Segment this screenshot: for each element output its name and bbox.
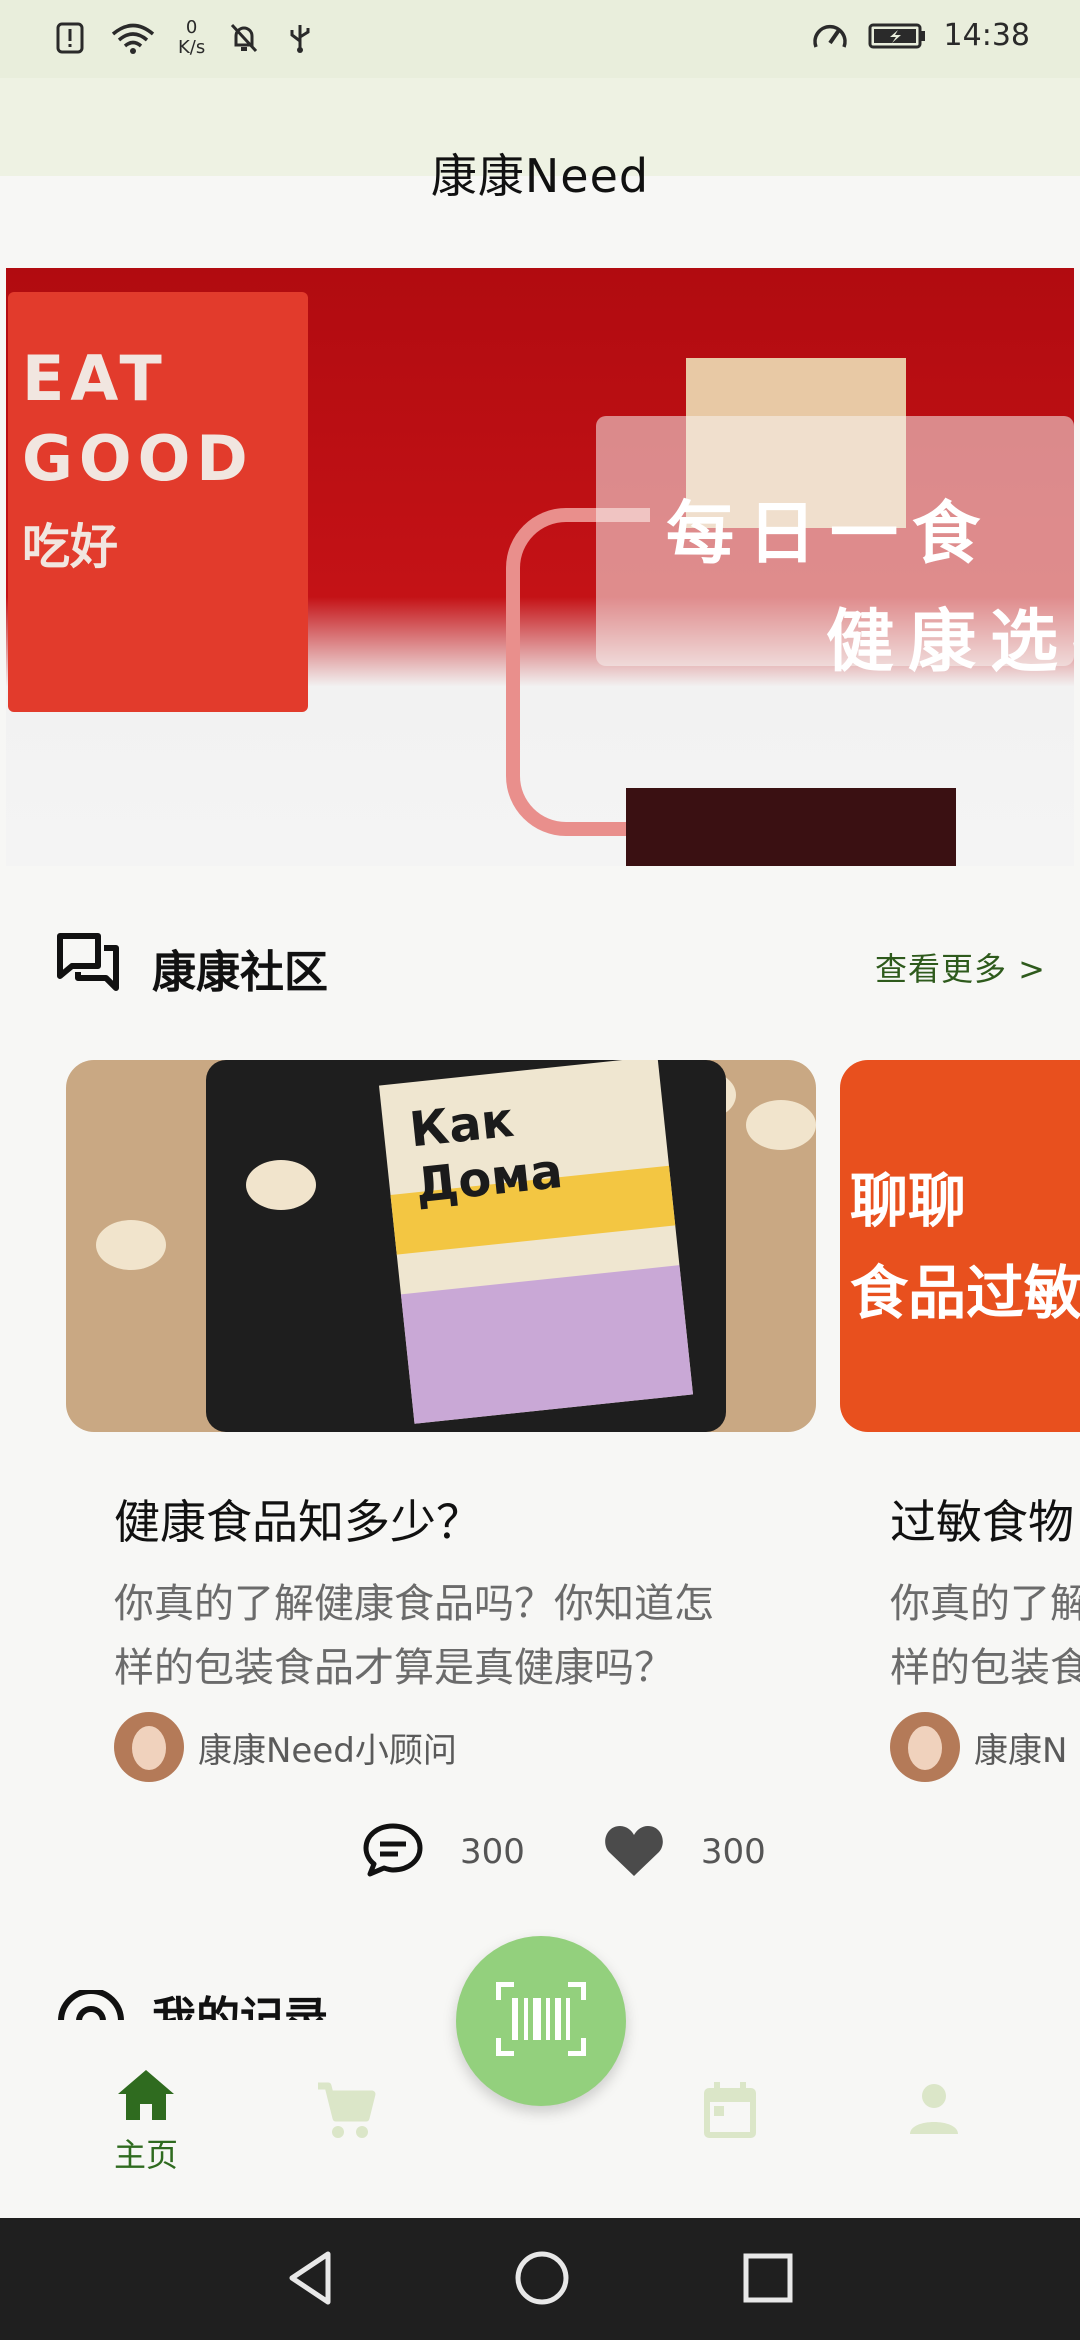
heart-icon[interactable] xyxy=(603,1822,665,1882)
avatar xyxy=(114,1712,184,1782)
home-icon xyxy=(116,2070,176,2126)
comment-icon[interactable] xyxy=(362,1822,424,1882)
nav-profile[interactable] xyxy=(864,2080,1004,2140)
desc-line: 你真的了解 xyxy=(890,1581,1080,1627)
coffee-liquid xyxy=(626,788,956,866)
wifi-icon xyxy=(110,21,156,55)
product-box: EAT GOOD 吃好 xyxy=(8,292,308,712)
banner-headline-2: 健康选择 xyxy=(826,603,1074,682)
nav-calendar[interactable] xyxy=(660,2080,800,2144)
dumpling xyxy=(746,1100,816,1150)
app-title: 康康Need xyxy=(430,149,650,203)
calendar-icon xyxy=(700,2082,760,2144)
like-count: 300 xyxy=(700,1832,766,1872)
dumpling xyxy=(246,1160,316,1210)
bell-off-icon xyxy=(227,21,261,55)
community-header: 康康社区 查看更多 > xyxy=(56,928,1046,998)
article-stats: 300 300 xyxy=(362,1822,844,1882)
box-line-eat: EAT xyxy=(22,342,168,415)
desc-line: 样的包装食品才算是真健康吗？ xyxy=(114,1645,674,1691)
desc-line: 你真的了解健康食品吗？你知道怎 xyxy=(114,1581,714,1627)
box-line-good: GOOD xyxy=(22,422,254,495)
author-name: 康康N xyxy=(974,1730,1068,1771)
card2-image-text-1: 聊聊 xyxy=(850,1167,967,1235)
alert-icon xyxy=(54,21,88,55)
card2-image-text-2: 食品过敏 xyxy=(850,1259,1080,1327)
food-tray: Как Дома xyxy=(206,1060,726,1432)
article-title[interactable]: 健康食品知多少？ xyxy=(114,1486,482,1552)
person-icon xyxy=(906,2084,962,2140)
forum-icon xyxy=(56,932,122,998)
article-card-image[interactable]: Как Дома xyxy=(66,1060,816,1432)
speedometer-icon xyxy=(810,19,850,53)
avatar xyxy=(890,1712,960,1782)
article-author: 康康N xyxy=(890,1712,1067,1782)
package-bottom xyxy=(400,1265,694,1424)
records-icon xyxy=(56,1990,126,2022)
battery-icon xyxy=(868,19,926,53)
nav-cart[interactable] xyxy=(276,2080,416,2144)
article-author: 康康Need小顾问 xyxy=(114,1712,457,1782)
records-title: 我的记录 xyxy=(152,1993,328,2022)
scan-barcode-button[interactable] xyxy=(456,1936,626,2106)
author-name: 康康Need小顾问 xyxy=(198,1730,457,1771)
section-title: 康康社区 xyxy=(152,947,328,998)
product-package: Как Дома xyxy=(378,1060,694,1424)
system-navigation-bar xyxy=(0,2218,1080,2340)
banner-headline-1: 每日一食 xyxy=(666,495,995,574)
network-speed: 0 K/s xyxy=(178,17,206,58)
usb-icon xyxy=(283,21,317,55)
comment-count: 300 xyxy=(460,1832,525,1872)
box-line-chinese: 吃好 xyxy=(22,519,119,575)
cart-icon xyxy=(314,2082,378,2144)
nav-home[interactable]: 主页 xyxy=(76,2066,216,2176)
records-header: 我的记录 xyxy=(56,1990,456,2022)
home-circle-icon[interactable] xyxy=(512,2248,572,2312)
promo-banner[interactable]: EAT GOOD 吃好 每日一食 健康选择 xyxy=(6,268,1074,866)
back-icon[interactable] xyxy=(284,2248,336,2312)
dumpling xyxy=(96,1220,166,1270)
recents-icon[interactable] xyxy=(742,2252,794,2308)
article-card-image[interactable]: 聊聊 食品过敏 xyxy=(840,1060,1080,1432)
article-description: 你真的了解 样的包装食 xyxy=(890,1572,1080,1700)
barcode-scan-icon xyxy=(495,1981,587,2060)
clock: 14:38 xyxy=(943,18,1030,53)
status-bar: 0 K/s 14:38 xyxy=(0,0,1080,78)
view-more-link[interactable]: 查看更多 > xyxy=(875,944,1046,990)
desc-line: 样的包装食 xyxy=(890,1645,1080,1691)
article-description: 你真的了解健康食品吗？你知道怎 样的包装食品才算是真健康吗？ xyxy=(114,1572,714,1700)
nav-home-label: 主页 xyxy=(113,2136,178,2174)
article-title[interactable]: 过敏食物 xyxy=(890,1486,1074,1552)
